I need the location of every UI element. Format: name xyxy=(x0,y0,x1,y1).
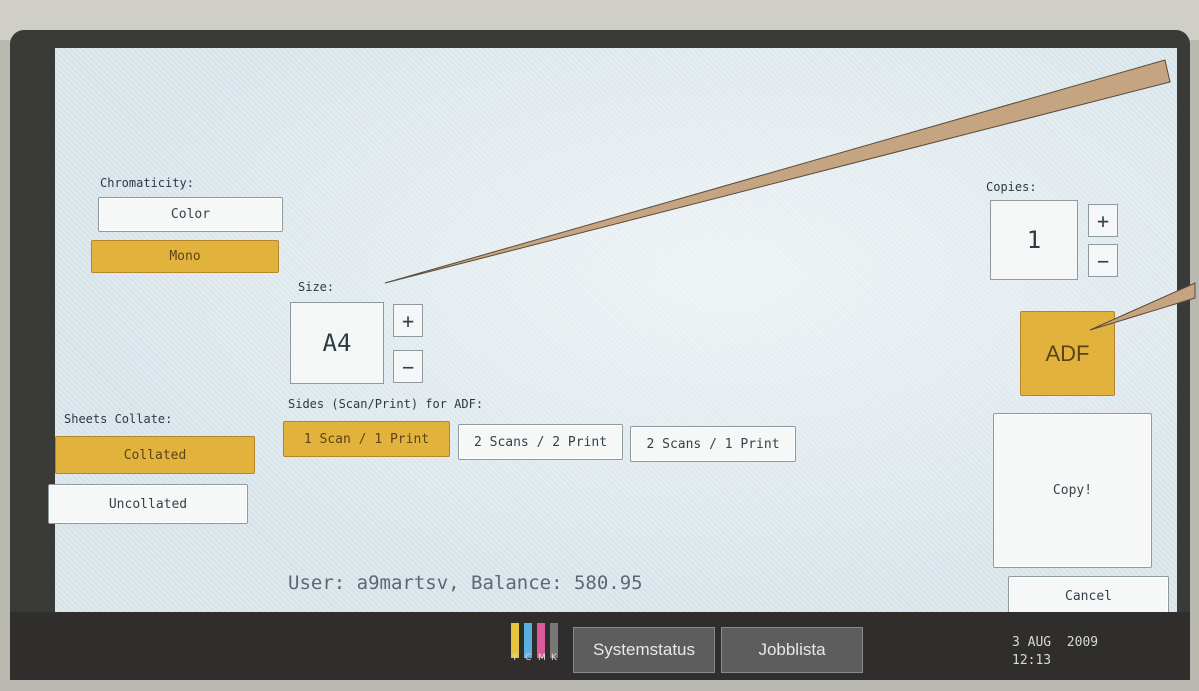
jobblista-button[interactable]: Jobblista xyxy=(721,627,863,673)
ink-k-label: K xyxy=(551,653,557,663)
systemstatus-button[interactable]: Systemstatus xyxy=(573,627,715,673)
annotation-pointers xyxy=(384,59,1196,331)
ink-y-label: Y xyxy=(512,653,518,663)
datetime: 3 AUG 2009 12:13 xyxy=(1012,634,1098,670)
ink-c-label: C xyxy=(525,653,532,663)
pointer-to-size xyxy=(384,59,1171,284)
time-text: 12:13 xyxy=(1012,653,1052,668)
pointer-to-adf xyxy=(1089,282,1196,331)
ink-m-label: M xyxy=(538,653,546,663)
date-text: 3 AUG 2009 xyxy=(1012,635,1099,650)
